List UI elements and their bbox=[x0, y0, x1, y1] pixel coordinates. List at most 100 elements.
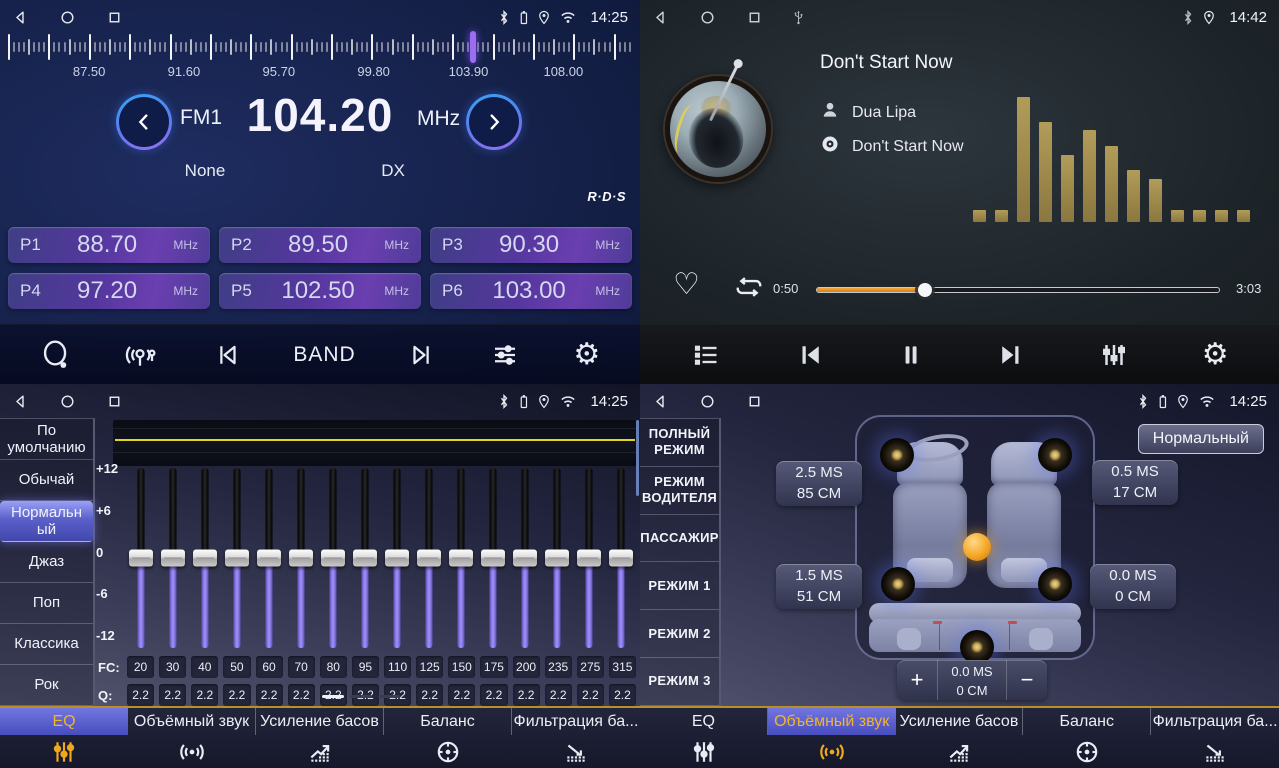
progress-bar[interactable] bbox=[816, 285, 1220, 295]
eq-band-slider[interactable] bbox=[288, 468, 314, 648]
rear-right-delay-button[interactable]: 0.0 MS 0 CM bbox=[1090, 564, 1176, 609]
tab-item[interactable]: EQ bbox=[640, 708, 768, 768]
slider-thumb[interactable] bbox=[417, 550, 441, 567]
next-track-button[interactable] bbox=[996, 340, 1026, 370]
slider-thumb[interactable] bbox=[353, 550, 377, 567]
listening-position-ball[interactable] bbox=[963, 533, 991, 561]
delay-increase-button[interactable]: + bbox=[897, 660, 937, 700]
frequency-ruler[interactable]: 87.5091.6095.7099.80103.90108.00 bbox=[8, 33, 632, 79]
q-value[interactable]: 2.2 bbox=[223, 684, 250, 706]
slider-thumb[interactable] bbox=[193, 550, 217, 567]
eq-band-slider[interactable] bbox=[544, 468, 570, 648]
eq-preset-item[interactable]: Нормальный bbox=[0, 501, 93, 542]
scrollbar[interactable] bbox=[636, 420, 639, 496]
nav-recent-button[interactable] bbox=[106, 393, 123, 410]
eq-band-slider[interactable] bbox=[576, 468, 602, 648]
front-right-delay-button[interactable]: 0.5 MS 17 CM bbox=[1092, 460, 1178, 505]
eq-band-slider[interactable] bbox=[320, 468, 346, 648]
fc-value[interactable]: 60 bbox=[256, 656, 283, 678]
equalizer-button[interactable] bbox=[488, 340, 522, 370]
tune-up-button[interactable] bbox=[466, 94, 522, 150]
front-left-delay-button[interactable]: 2.5 MS 85 CM bbox=[776, 461, 862, 506]
fc-value[interactable]: 150 bbox=[448, 656, 475, 678]
preset-button[interactable]: P188.70MHz bbox=[8, 227, 210, 263]
eq-preset-item[interactable]: Обычай bbox=[0, 460, 93, 501]
slider-thumb[interactable] bbox=[161, 550, 185, 567]
q-value[interactable]: 2.2 bbox=[127, 684, 154, 706]
nav-recent-button[interactable] bbox=[746, 9, 763, 26]
q-value[interactable]: 2.2 bbox=[288, 684, 315, 706]
tab-item[interactable]: Фильтрация ба... bbox=[512, 708, 640, 768]
eq-preset-item[interactable]: Классика bbox=[0, 624, 93, 665]
fc-value[interactable]: 200 bbox=[513, 656, 540, 678]
nav-back-button[interactable] bbox=[12, 393, 29, 410]
fc-value[interactable]: 175 bbox=[480, 656, 507, 678]
preset-button[interactable]: P5102.50MHz bbox=[219, 273, 421, 309]
tab-item[interactable]: Объёмный звук bbox=[128, 708, 256, 768]
eq-preset-item[interactable]: Рок bbox=[0, 665, 93, 706]
fc-value[interactable]: 80 bbox=[320, 656, 347, 678]
slider-thumb[interactable] bbox=[225, 550, 249, 567]
slider-thumb[interactable] bbox=[449, 550, 473, 567]
previous-station-button[interactable] bbox=[212, 340, 242, 370]
eq-band-slider[interactable] bbox=[224, 468, 250, 648]
sound-mode-item[interactable]: РЕЖИМ 1 bbox=[640, 562, 719, 610]
fc-value[interactable]: 40 bbox=[191, 656, 218, 678]
sound-mode-item[interactable]: РЕЖИМ 2 bbox=[640, 610, 719, 658]
fc-value[interactable]: 125 bbox=[416, 656, 443, 678]
next-station-button[interactable] bbox=[407, 340, 437, 370]
tab-item[interactable]: EQ bbox=[0, 708, 128, 768]
playlist-button[interactable] bbox=[690, 341, 722, 369]
progress-thumb[interactable] bbox=[918, 283, 932, 297]
q-value[interactable]: 2.2 bbox=[480, 684, 507, 706]
q-value[interactable]: 2.2 bbox=[513, 684, 540, 706]
preset-button[interactable]: P497.20MHz bbox=[8, 273, 210, 309]
slider-thumb[interactable] bbox=[609, 550, 633, 567]
eq-band-slider[interactable] bbox=[608, 468, 634, 648]
sound-mode-item[interactable]: РЕЖИМ ВОДИТЕЛЯ bbox=[640, 467, 719, 515]
tab-item[interactable]: Усиление басов bbox=[256, 708, 384, 768]
q-value[interactable]: 2.2 bbox=[191, 684, 218, 706]
slider-thumb[interactable] bbox=[577, 550, 601, 567]
eq-preset-item[interactable]: По умолчанию bbox=[0, 419, 93, 460]
tab-item[interactable]: Фильтрация ба... bbox=[1151, 708, 1279, 768]
slider-thumb[interactable] bbox=[129, 550, 153, 567]
eq-band-slider[interactable] bbox=[160, 468, 186, 648]
tab-item[interactable]: Баланс bbox=[1023, 708, 1151, 768]
q-value[interactable]: 2.2 bbox=[159, 684, 186, 706]
q-value[interactable]: 2.2 bbox=[256, 684, 283, 706]
slider-thumb[interactable] bbox=[545, 550, 569, 567]
fc-value[interactable]: 50 bbox=[223, 656, 250, 678]
equalizer-button[interactable] bbox=[1099, 340, 1129, 370]
nav-home-button[interactable] bbox=[699, 393, 716, 410]
q-value[interactable]: 2.2 bbox=[609, 684, 636, 706]
sound-preset-badge[interactable]: Нормальный bbox=[1138, 424, 1264, 454]
slider-thumb[interactable] bbox=[257, 550, 281, 567]
fc-value[interactable]: 70 bbox=[288, 656, 315, 678]
q-value[interactable]: 2.2 bbox=[545, 684, 572, 706]
slider-thumb[interactable] bbox=[289, 550, 313, 567]
fc-value[interactable]: 275 bbox=[577, 656, 604, 678]
preset-button[interactable]: P390.30MHz bbox=[430, 227, 632, 263]
pause-button[interactable] bbox=[898, 340, 924, 370]
eq-band-slider[interactable] bbox=[448, 468, 474, 648]
rear-left-delay-button[interactable]: 1.5 MS 51 CM bbox=[776, 564, 862, 609]
nav-home-button[interactable] bbox=[59, 393, 76, 410]
eq-band-slider[interactable] bbox=[128, 468, 154, 648]
q-value[interactable]: 2.2 bbox=[448, 684, 475, 706]
fc-value[interactable]: 110 bbox=[384, 656, 411, 678]
slider-thumb[interactable] bbox=[385, 550, 409, 567]
nav-home-button[interactable] bbox=[699, 9, 716, 26]
fc-value[interactable]: 30 bbox=[159, 656, 186, 678]
fc-value[interactable]: 95 bbox=[352, 656, 379, 678]
settings-gear-icon[interactable]: ⚙ bbox=[1202, 340, 1229, 370]
nav-back-button[interactable] bbox=[652, 9, 669, 26]
sound-mode-item[interactable]: ПОЛНЫЙ РЕЖИМ bbox=[640, 419, 719, 467]
eq-band-slider[interactable] bbox=[192, 468, 218, 648]
eq-band-slider[interactable] bbox=[416, 468, 442, 648]
q-value[interactable]: 2.2 bbox=[577, 684, 604, 706]
nav-back-button[interactable] bbox=[12, 9, 29, 26]
slider-thumb[interactable] bbox=[321, 550, 345, 567]
eq-band-slider[interactable] bbox=[256, 468, 282, 648]
band-button[interactable]: BAND bbox=[293, 343, 355, 367]
